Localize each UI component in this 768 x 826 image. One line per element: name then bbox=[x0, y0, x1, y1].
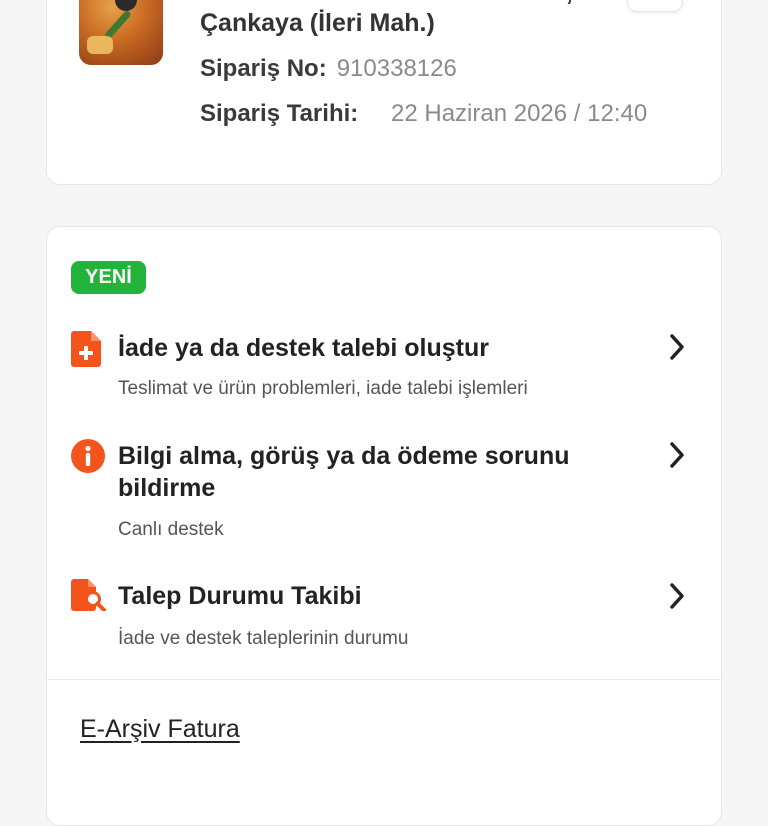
refund-support-title: İade ya da destek talebi oluştur bbox=[118, 334, 489, 362]
order-number-value: 910338126 bbox=[336, 55, 457, 82]
request-status-subtitle: İade ve destek taleplerinin durumu bbox=[118, 628, 409, 649]
document-search-icon bbox=[71, 579, 107, 616]
chevron-right-icon bbox=[647, 0, 663, 1]
request-status-title: Talep Durumu Takibi bbox=[118, 582, 362, 610]
refund-support-subtitle: Teslimat ve ürün problemleri, iade taleb… bbox=[118, 378, 528, 399]
restaurant-detail-button[interactable] bbox=[627, 0, 683, 12]
order-date-label: Sipariş Tarihi: bbox=[200, 100, 359, 127]
e-archive-invoice-link[interactable]: E-Arşiv Fatura bbox=[80, 715, 240, 744]
info-feedback-payment-item[interactable]: Bilgi alma, görüş ya da ödeme sorunu bil… bbox=[47, 435, 721, 555]
order-date-value: 22 Haziran 2026 / 12:40 bbox=[391, 100, 648, 127]
order-number-label: Sipariş No: bbox=[200, 55, 327, 82]
document-plus-icon bbox=[71, 331, 101, 372]
info-feedback-subtitle: Canlı destek bbox=[118, 519, 224, 540]
request-status-tracking-item[interactable]: Talep Durumu Takibi İade ve destek talep… bbox=[47, 577, 721, 657]
chevron-right-icon bbox=[667, 582, 687, 615]
restaurant-thumbnail bbox=[79, 0, 163, 65]
new-badge: YENİ bbox=[71, 261, 146, 294]
restaurant-name: Domates Pide & Pizza & Waffle, Çankaya (… bbox=[200, 0, 573, 37]
support-card: YENİ İade ya da destek talebi oluştur Te… bbox=[46, 226, 722, 826]
section-divider bbox=[47, 679, 721, 680]
chevron-right-icon bbox=[667, 333, 687, 366]
chevron-right-icon bbox=[667, 441, 687, 474]
order-card: Domates Pide & Pizza & Waffle, Çankaya (… bbox=[46, 0, 722, 185]
order-number-row: Sipariş No: 910338126 bbox=[200, 53, 457, 84]
info-circle-icon bbox=[71, 439, 105, 478]
refund-support-request-item[interactable]: İade ya da destek talebi oluştur Teslima… bbox=[47, 327, 721, 417]
info-feedback-title: Bilgi alma, görüş ya da ödeme sorunu bil… bbox=[118, 442, 570, 502]
